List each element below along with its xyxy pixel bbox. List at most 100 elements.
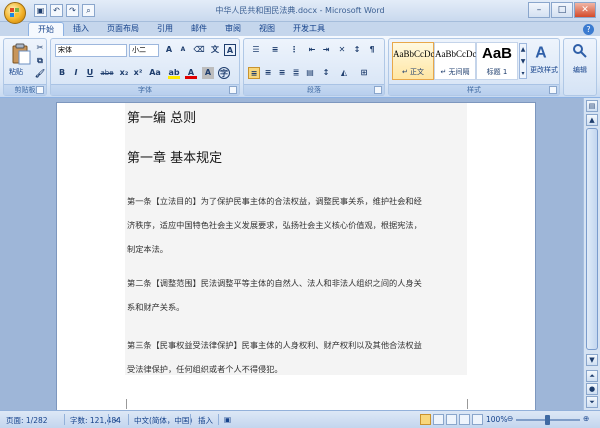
multilevel-list-icon[interactable]: ⋮: [286, 44, 302, 56]
window-controls: – □ ✕: [528, 2, 596, 18]
print-layout-view-icon[interactable]: [420, 414, 431, 425]
help-icon[interactable]: ?: [583, 24, 594, 35]
change-case-button[interactable]: Aa: [147, 67, 163, 79]
shrink-font-icon[interactable]: A: [177, 44, 189, 56]
style-heading-1-sample: AaB: [481, 45, 512, 62]
clipboard-group: 粘贴 ✂ ⧉ 🖌 剪贴板: [3, 38, 47, 96]
vertical-scrollbar[interactable]: ▤ ▲ ▼ ⏶ ● ⏷: [583, 98, 600, 410]
underline-button[interactable]: U: [84, 67, 96, 79]
tab-review[interactable]: 审阅: [216, 22, 250, 36]
font-color-button[interactable]: A: [185, 67, 197, 79]
change-styles-button[interactable]: 更改样式: [528, 65, 560, 75]
styles-group: AaBbCcDc ↵ 正文 AaBbCcDc ↵ 无间隔 AaB 标题 1 ▲ ▼…: [388, 38, 560, 96]
browse-object-icon[interactable]: ●: [586, 383, 598, 395]
paste-icon[interactable]: [10, 43, 32, 65]
bold-button[interactable]: B: [56, 67, 68, 79]
clipboard-launcher-icon[interactable]: [36, 86, 44, 94]
phonetic-guide-icon[interactable]: 文: [209, 44, 221, 56]
doc-line-5: 系和财产关系。: [127, 302, 185, 312]
outline-view-icon[interactable]: [459, 414, 470, 425]
office-logo-icon: [10, 8, 19, 17]
change-styles-icon[interactable]: A: [533, 43, 551, 61]
italic-button[interactable]: I: [70, 67, 82, 79]
ruler-toggle-icon[interactable]: ▤: [586, 100, 598, 112]
numbering-icon[interactable]: ≡: [267, 44, 283, 56]
line-spacing-icon[interactable]: ↕: [320, 67, 332, 79]
find-icon[interactable]: [572, 43, 588, 59]
paragraph-launcher-icon[interactable]: [374, 86, 382, 94]
full-screen-view-icon[interactable]: [433, 414, 444, 425]
show-marks-icon[interactable]: ¶: [366, 44, 378, 56]
char-border-icon[interactable]: A: [224, 44, 236, 56]
decrease-indent-icon[interactable]: ⇤: [306, 44, 318, 56]
char-shading-icon[interactable]: A: [202, 67, 214, 79]
style-normal[interactable]: AaBbCcDc ↵ 正文: [392, 42, 435, 80]
font-launcher-icon[interactable]: [229, 86, 237, 94]
macro-record-icon[interactable]: ▣: [224, 415, 231, 424]
doc-line-4: 第二条【调整范围】民法调整平等主体的自然人、法人和非法人组织之间的人身关: [127, 278, 422, 288]
zoom-out-icon[interactable]: ⊖: [507, 414, 513, 423]
asian-layout-icon[interactable]: ✕: [336, 44, 348, 56]
font-name-select[interactable]: 宋体: [55, 44, 127, 57]
shading-icon[interactable]: ◭: [338, 67, 350, 79]
sort-icon[interactable]: ↕: [351, 44, 363, 56]
format-painter-icon[interactable]: 🖌: [34, 68, 46, 80]
tab-developer[interactable]: 开发工具: [284, 22, 334, 36]
language-indicator[interactable]: 中文(简体，中国): [134, 415, 192, 426]
part-heading: 第一编 总则: [127, 111, 197, 126]
close-button[interactable]: ✕: [574, 2, 596, 18]
status-divider: [64, 414, 65, 425]
bullets-icon[interactable]: ☰: [248, 44, 264, 56]
scroll-up-icon[interactable]: ▲: [586, 114, 598, 126]
align-center-icon[interactable]: ≡: [262, 67, 274, 79]
borders-icon[interactable]: ⊞: [358, 67, 370, 79]
insert-mode-indicator[interactable]: 插入: [198, 415, 213, 426]
doc-line-1: 第一条【立法目的】为了保护民事主体的合法权益，调整民事关系，维护社会和经: [127, 196, 422, 206]
justify-icon[interactable]: ≣: [290, 67, 302, 79]
editing-button[interactable]: 编辑: [564, 65, 596, 75]
web-layout-view-icon[interactable]: [446, 414, 457, 425]
align-left-icon[interactable]: ≡: [248, 67, 260, 79]
margin-mark-bottom-right: [467, 399, 477, 409]
styles-scroll-icon[interactable]: ▲ ▼ ▾: [519, 43, 527, 79]
office-button[interactable]: [4, 2, 26, 24]
copy-icon[interactable]: ⧉: [34, 55, 46, 67]
styles-launcher-icon[interactable]: [549, 86, 557, 94]
tab-home[interactable]: 开始: [28, 22, 64, 36]
tab-insert[interactable]: 插入: [64, 22, 98, 36]
maximize-button[interactable]: □: [551, 2, 573, 18]
strikethrough-button[interactable]: abe: [99, 67, 115, 79]
align-right-icon[interactable]: ≡: [276, 67, 288, 79]
page-count[interactable]: 页面: 1/282: [6, 415, 48, 426]
paragraph-group-label: 段落: [244, 84, 384, 95]
style-heading-1[interactable]: AaB 标题 1: [476, 42, 518, 80]
style-no-spacing[interactable]: AaBbCcDc ↵ 无间隔: [434, 42, 477, 80]
zoom-level[interactable]: 100%: [486, 415, 507, 424]
zoom-slider-thumb[interactable]: [545, 415, 550, 425]
previous-page-icon[interactable]: ⏶: [586, 370, 598, 382]
paste-button[interactable]: 粘贴: [9, 67, 23, 77]
font-size-select[interactable]: 小二: [129, 44, 159, 57]
status-divider: [108, 414, 109, 425]
tab-references[interactable]: 引用: [148, 22, 182, 36]
superscript-button[interactable]: x²: [132, 67, 144, 79]
tab-page-layout[interactable]: 页面布局: [98, 22, 148, 36]
minimize-button[interactable]: –: [528, 2, 550, 18]
scroll-thumb[interactable]: [586, 128, 598, 350]
draft-view-icon[interactable]: [472, 414, 483, 425]
document-page[interactable]: 第一编 总则 第一章 基本规定 第一条【立法目的】为了保护民事主体的合法权益，调…: [56, 102, 536, 410]
tab-view[interactable]: 视图: [250, 22, 284, 36]
proofing-icon[interactable]: ✓: [114, 415, 120, 424]
subscript-button[interactable]: x₂: [118, 67, 130, 79]
cut-icon[interactable]: ✂: [34, 42, 46, 54]
increase-indent-icon[interactable]: ⇥: [320, 44, 332, 56]
grow-font-icon[interactable]: A: [163, 44, 175, 56]
distributed-icon[interactable]: ▤: [304, 67, 316, 79]
next-page-icon[interactable]: ⏷: [586, 396, 598, 408]
scroll-down-icon[interactable]: ▼: [586, 354, 598, 366]
zoom-in-icon[interactable]: ⊕: [583, 414, 589, 423]
clear-format-icon[interactable]: ⌫: [193, 44, 205, 56]
highlight-icon[interactable]: ab: [168, 67, 180, 79]
tab-mailings[interactable]: 邮件: [182, 22, 216, 36]
enclose-char-icon[interactable]: 字: [218, 67, 230, 79]
